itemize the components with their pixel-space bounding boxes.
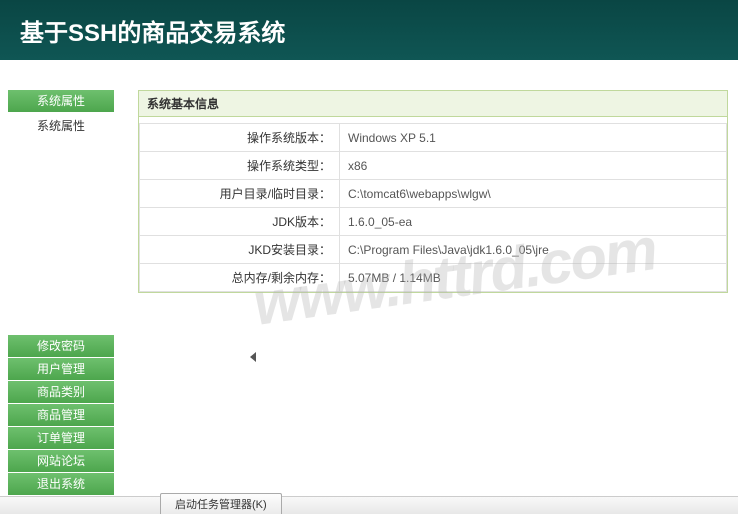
info-value: C:\Program Files\Java\jdk1.6.0_05\jre	[340, 236, 727, 264]
table-row: 用户目录/临时目录： C:\tomcat6\webapps\wlgw\	[140, 180, 727, 208]
sidebar: 系统属性 系统属性 修改密码 用户管理 商品类别 商品管理 订单管理 网站论坛 …	[0, 62, 122, 496]
task-manager-button[interactable]: 启动任务管理器(K)	[160, 493, 282, 514]
info-label: 总内存/剩余内存：	[140, 264, 340, 292]
panel-title: 系统基本信息	[139, 91, 727, 117]
nav-change-password[interactable]: 修改密码	[8, 335, 114, 357]
nav-system-properties[interactable]: 系统属性	[8, 90, 114, 112]
info-value: Windows XP 5.1	[340, 124, 727, 152]
info-value: x86	[340, 152, 727, 180]
main-container: 系统属性 系统属性 修改密码 用户管理 商品类别 商品管理 订单管理 网站论坛 …	[0, 62, 738, 496]
nav-product-category[interactable]: 商品类别	[8, 381, 114, 403]
info-label: JKD安装目录：	[140, 236, 340, 264]
nav-website-forum[interactable]: 网站论坛	[8, 450, 114, 472]
nav-exit-system[interactable]: 退出系统	[8, 473, 114, 495]
info-value: 5.07MB / 1.14MB	[340, 264, 727, 292]
app-header: 基于SSH的商品交易系统	[0, 0, 738, 62]
info-label: JDK版本：	[140, 208, 340, 236]
taskbar: 启动任务管理器(K)	[0, 496, 738, 514]
info-label: 操作系统类型：	[140, 152, 340, 180]
info-value: C:\tomcat6\webapps\wlgw\	[340, 180, 727, 208]
app-title: 基于SSH的商品交易系统	[20, 13, 285, 48]
nav-product-management[interactable]: 商品管理	[8, 404, 114, 426]
nav-user-management[interactable]: 用户管理	[8, 358, 114, 380]
scroll-left-icon[interactable]	[250, 352, 256, 362]
sidebar-top-group: 系统属性 系统属性	[0, 90, 122, 138]
info-label: 用户目录/临时目录：	[140, 180, 340, 208]
info-value: 1.6.0_05-ea	[340, 208, 727, 236]
system-info-table: 操作系统版本： Windows XP 5.1 操作系统类型： x86 用户目录/…	[139, 123, 727, 292]
nav-system-properties-sub[interactable]: 系统属性	[8, 113, 114, 138]
sidebar-bottom-group: 修改密码 用户管理 商品类别 商品管理 订单管理 网站论坛 退出系统	[0, 335, 122, 496]
info-label: 操作系统版本：	[140, 124, 340, 152]
table-row: 操作系统类型： x86	[140, 152, 727, 180]
table-row: 总内存/剩余内存： 5.07MB / 1.14MB	[140, 264, 727, 292]
system-info-panel: 系统基本信息 操作系统版本： Windows XP 5.1 操作系统类型： x8…	[138, 90, 728, 293]
content-area: 系统基本信息 操作系统版本： Windows XP 5.1 操作系统类型： x8…	[122, 62, 738, 496]
table-row: 操作系统版本： Windows XP 5.1	[140, 124, 727, 152]
table-row: JKD安装目录： C:\Program Files\Java\jdk1.6.0_…	[140, 236, 727, 264]
nav-order-management[interactable]: 订单管理	[8, 427, 114, 449]
table-row: JDK版本： 1.6.0_05-ea	[140, 208, 727, 236]
